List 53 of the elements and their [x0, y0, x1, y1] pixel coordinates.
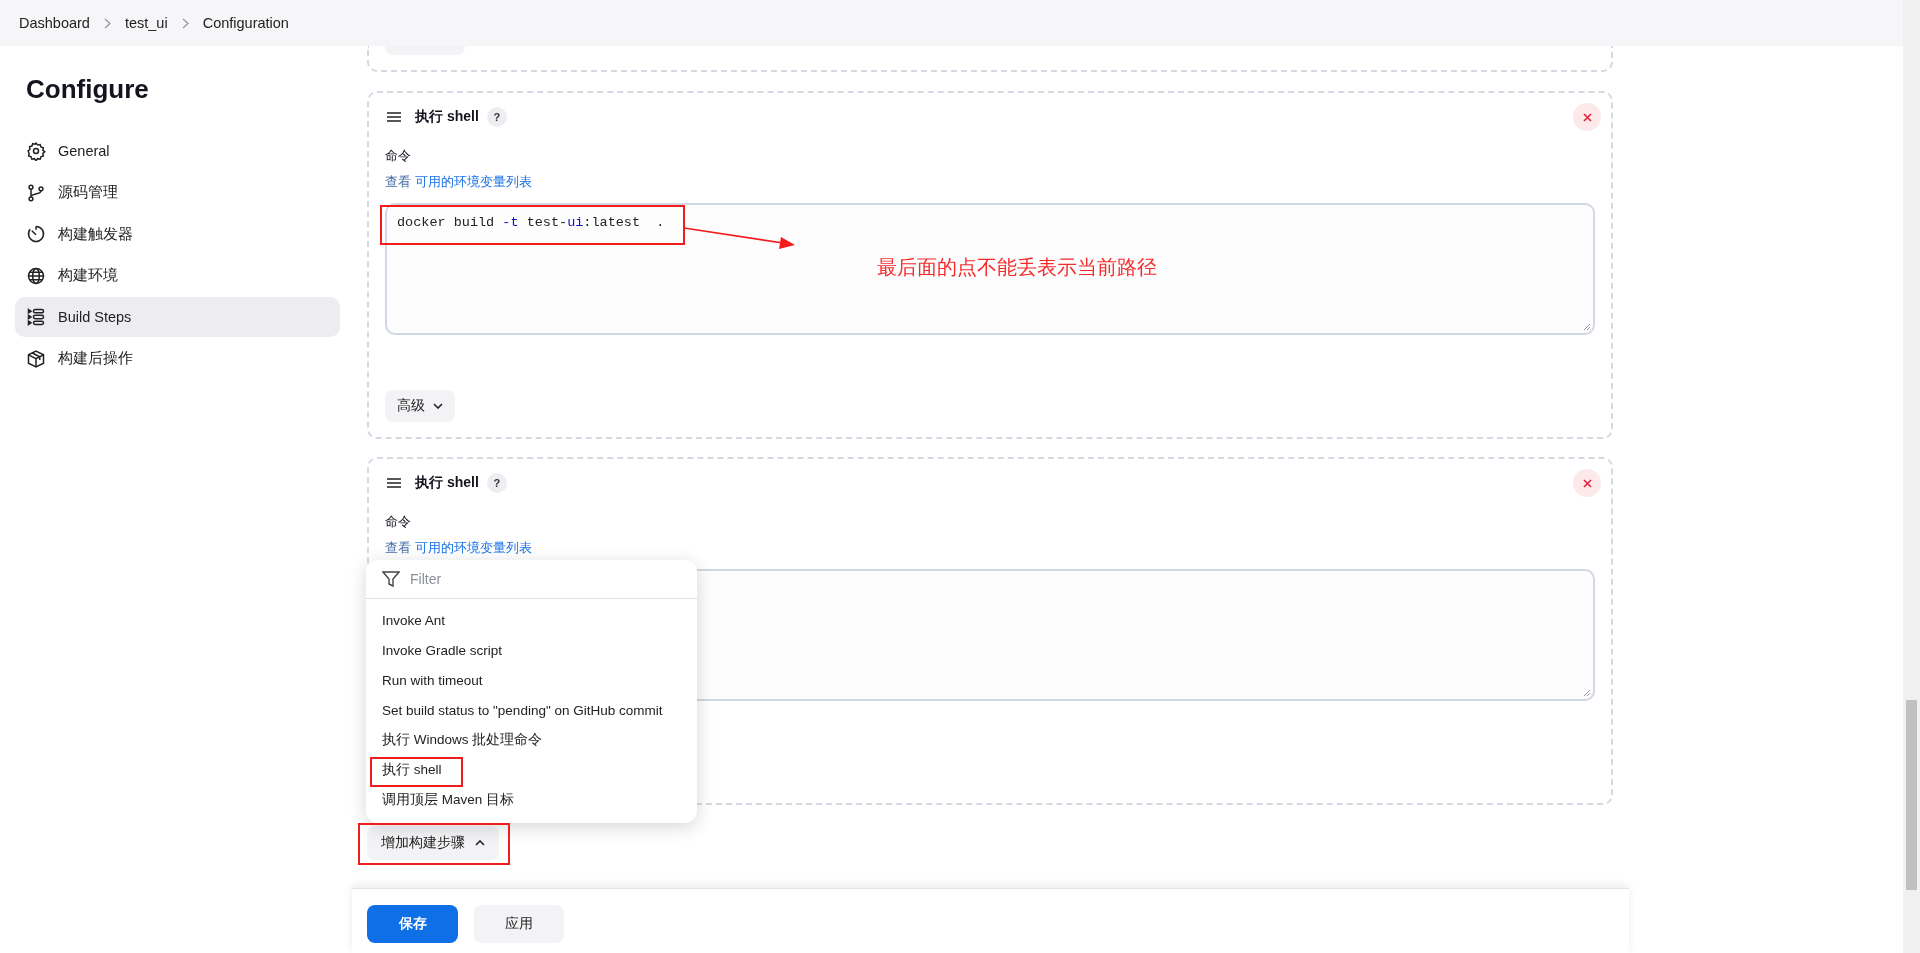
menu-item[interactable]: Invoke Ant — [366, 605, 697, 635]
package-icon — [26, 348, 46, 369]
breadcrumb-link[interactable]: Dashboard — [19, 15, 90, 31]
field-label: 命令 — [385, 513, 412, 531]
globe-icon — [26, 265, 46, 286]
field-label: 命令 — [385, 147, 412, 165]
drag-handle-icon[interactable] — [387, 478, 401, 488]
close-icon — [1582, 478, 1592, 488]
gear-icon — [26, 141, 46, 161]
help-button[interactable]: ? — [486, 107, 507, 127]
timer-icon — [26, 224, 46, 244]
sidebar-item[interactable]: 构建触发器 — [15, 214, 340, 254]
scrollbar-thumb[interactable] — [1906, 700, 1917, 890]
menu-item[interactable]: 执行 Windows 批处理命令 — [366, 725, 697, 755]
env-vars-link[interactable]: 可用的环境变量列表 — [414, 174, 532, 189]
step-title: 执行 shell — [415, 108, 479, 126]
filter-icon — [382, 570, 400, 588]
sidebar-item[interactable]: Build Steps — [15, 297, 340, 337]
apply-button[interactable]: 应用 — [474, 905, 564, 943]
step-title: 执行 shell — [415, 474, 479, 492]
env-help-text: 查看 可用的环境变量列表 — [385, 539, 533, 557]
breadcrumb-link[interactable]: Configuration — [202, 15, 289, 31]
drag-handle-icon[interactable] — [387, 112, 401, 122]
help-button[interactable]: ? — [486, 473, 507, 493]
sidebar-item[interactable]: 源码管理 — [15, 172, 340, 213]
menu-item[interactable]: 调用顶层 Maven 目标 — [366, 785, 697, 815]
menu-item[interactable]: Set build status to "pending" on GitHub commit — [366, 695, 697, 725]
sidebar-title: Configure — [26, 73, 150, 106]
sidebar-item[interactable]: General — [15, 131, 340, 171]
sidebar-item[interactable]: 构建后操作 — [15, 338, 340, 379]
sidebar-item[interactable]: 构建环境 — [15, 255, 340, 296]
menu-item[interactable]: Run with timeout — [366, 665, 697, 695]
resize-grip-icon[interactable] — [1583, 323, 1590, 330]
scrollbar[interactable] — [1903, 0, 1920, 953]
annotation-note: 最后面的点不能丢表示当前路径 — [877, 255, 1157, 280]
env-help-text: 查看 可用的环境变量列表 — [385, 173, 533, 191]
env-vars-link[interactable]: 可用的环境变量列表 — [414, 540, 532, 555]
advanced-button[interactable]: 高级 — [385, 390, 455, 422]
chevron-down-icon — [433, 403, 443, 409]
list-icon — [26, 307, 46, 327]
add-build-step-button[interactable]: 增加构建步骤 — [367, 826, 499, 860]
breadcrumb-link[interactable]: test_ui — [124, 15, 168, 31]
close-icon — [1582, 112, 1592, 122]
filter-field[interactable]: Filter — [410, 567, 681, 591]
menu-item[interactable]: Invoke Gradle script — [366, 635, 697, 665]
save-button[interactable]: 保存 — [367, 905, 458, 943]
menu-item[interactable]: 执行 shell — [366, 755, 697, 785]
resize-grip-icon[interactable] — [1583, 689, 1590, 696]
chevron-right-icon — [181, 17, 189, 29]
remove-button[interactable] — [1573, 469, 1601, 497]
branch-icon — [26, 182, 46, 203]
chevron-right-icon — [103, 17, 111, 29]
remove-button[interactable] — [1573, 103, 1601, 131]
